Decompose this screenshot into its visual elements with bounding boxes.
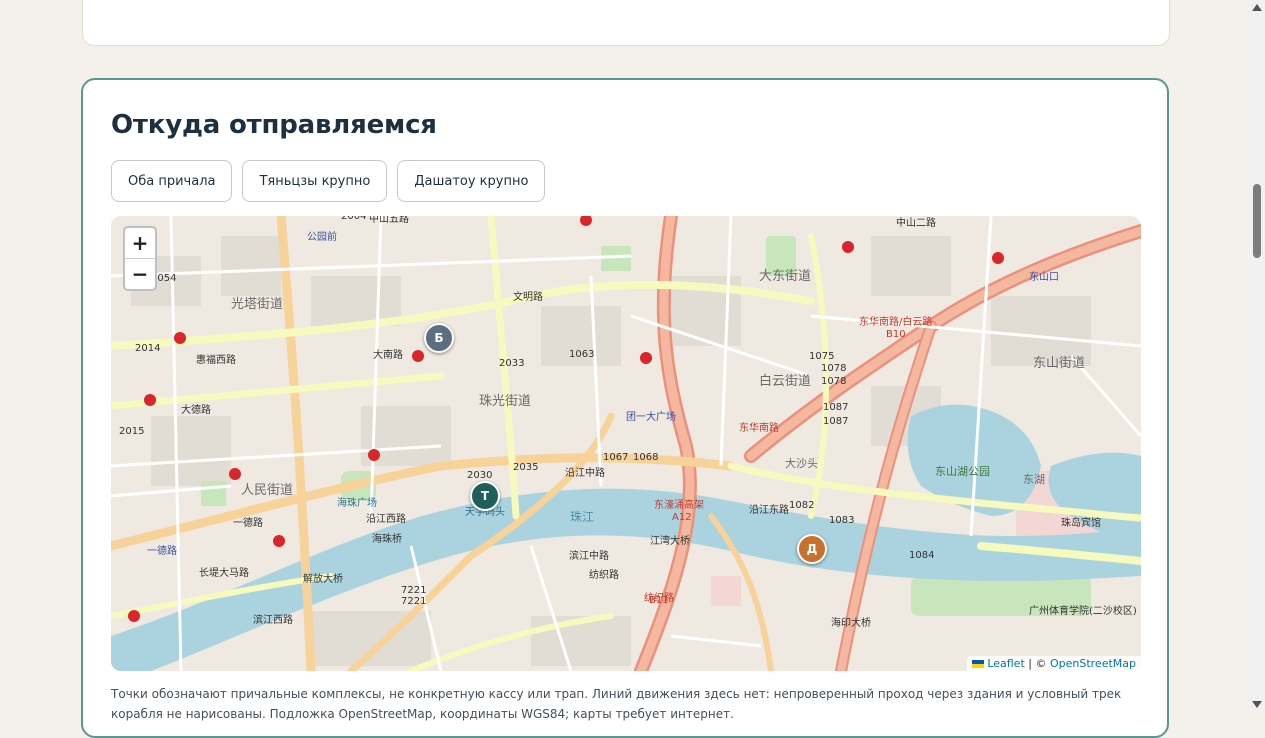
tianzi-zoom-button[interactable]: Тяньцзы крупно — [242, 160, 388, 202]
svg-text:B11: B11 — [649, 595, 669, 606]
svg-text:大东街道: 大东街道 — [759, 269, 811, 284]
svg-text:白云街道: 白云街道 — [759, 373, 811, 389]
zoom-out-button[interactable]: − — [125, 258, 155, 289]
svg-text:B10: B10 — [886, 329, 906, 340]
svg-text:东湖: 东湖 — [1023, 473, 1045, 486]
svg-text:2014: 2014 — [135, 343, 160, 354]
svg-text:珠江: 珠江 — [570, 510, 594, 524]
svg-text:2004: 2004 — [341, 216, 366, 222]
svg-text:光塔街道: 光塔街道 — [231, 297, 283, 312]
svg-text:7221: 7221 — [401, 596, 426, 607]
svg-text:滨江中路: 滨江中路 — [569, 549, 609, 562]
svg-text:滨江西路: 滨江西路 — [253, 613, 293, 626]
svg-text:东山口: 东山口 — [1029, 270, 1059, 283]
svg-text:东山街道: 东山街道 — [1033, 356, 1085, 371]
svg-text:大沙头: 大沙头 — [785, 456, 818, 470]
scrollbar[interactable] — [1249, 0, 1265, 712]
svg-text:人民街道: 人民街道 — [241, 483, 293, 498]
svg-text:1075: 1075 — [809, 351, 834, 362]
svg-text:大德路: 大德路 — [181, 403, 211, 416]
marker-d[interactable]: Д — [797, 534, 827, 564]
svg-text:沿江西路: 沿江西路 — [366, 512, 406, 525]
svg-text:东华南路: 东华南路 — [739, 421, 779, 434]
svg-text:1067: 1067 — [603, 452, 628, 463]
svg-text:大南路: 大南路 — [373, 348, 403, 361]
zoom-control: + − — [123, 226, 157, 291]
svg-text:2030: 2030 — [467, 470, 492, 481]
svg-text:1068: 1068 — [633, 452, 658, 463]
svg-text:A12: A12 — [672, 512, 692, 523]
svg-text:江湾大桥: 江湾大桥 — [650, 534, 690, 547]
scroll-down-icon[interactable] — [1252, 701, 1262, 708]
marker-t[interactable]: Т — [470, 481, 500, 511]
marker-b[interactable]: Б — [424, 323, 454, 353]
svg-text:1063: 1063 — [569, 349, 594, 360]
svg-text:2033: 2033 — [499, 358, 524, 369]
map-tiles: 光塔街道 珠光街道 人民街道 大东街道 白云街道 东山街道 大沙头 东山湖公园 … — [111, 216, 1141, 671]
svg-text:公园前: 公园前 — [307, 230, 337, 243]
svg-text:惠福西路: 惠福西路 — [196, 353, 236, 366]
scroll-up-icon[interactable] — [1252, 4, 1262, 11]
scrollbar-thumb[interactable] — [1253, 184, 1261, 258]
dashatou-zoom-button[interactable]: Дашатоу крупно — [397, 160, 546, 202]
svg-text:海珠桥: 海珠桥 — [372, 532, 402, 545]
svg-text:海珠广场: 海珠广场 — [337, 496, 377, 509]
svg-text:1084: 1084 — [909, 550, 934, 561]
osm-link[interactable]: OpenStreetMap — [1050, 657, 1136, 670]
svg-text:广州体育学院(二沙校区): 广州体育学院(二沙校区) — [1029, 604, 1137, 617]
svg-text:1078: 1078 — [821, 363, 846, 374]
svg-text:东华南路/白云路: 东华南路/白云路 — [859, 315, 932, 328]
svg-text:沿江东路: 沿江东路 — [749, 503, 789, 516]
map-note: Точки обозначают причальные комплексы, н… — [111, 687, 1122, 721]
svg-text:1083: 1083 — [829, 515, 854, 526]
svg-text:1078: 1078 — [821, 376, 846, 387]
departure-section: Откуда отправляемся Оба причала Тяньцзы … — [81, 78, 1169, 738]
svg-text:中山二路: 中山二路 — [896, 216, 936, 229]
svg-text:海印大桥: 海印大桥 — [831, 616, 871, 629]
ukraine-flag-icon — [972, 660, 985, 668]
svg-text:解放大桥: 解放大桥 — [303, 572, 343, 585]
svg-text:1087: 1087 — [823, 416, 848, 427]
svg-text:东山湖公园: 东山湖公园 — [935, 465, 990, 478]
section-title: Откуда отправляемся — [111, 110, 437, 140]
svg-text:珠岛宾馆: 珠岛宾馆 — [1061, 516, 1101, 529]
svg-text:团一大广场: 团一大广场 — [626, 410, 676, 423]
view-buttons: Оба причала Тяньцзы крупно Дашатоу крупн… — [111, 160, 546, 202]
both-piers-button[interactable]: Оба причала — [111, 160, 233, 202]
svg-text:2035: 2035 — [513, 462, 538, 473]
svg-text:一德路: 一德路 — [233, 516, 263, 529]
leaflet-link[interactable]: Leaflet — [987, 657, 1024, 670]
svg-text:珠光街道: 珠光街道 — [479, 394, 531, 409]
svg-text:1087: 1087 — [823, 402, 848, 413]
map[interactable]: 光塔街道 珠光街道 人民街道 大东街道 白云街道 东山街道 大沙头 东山湖公园 … — [111, 216, 1141, 671]
svg-text:长堤大马路: 长堤大马路 — [199, 566, 249, 579]
svg-text:文明路: 文明路 — [513, 290, 543, 303]
svg-text:2015: 2015 — [119, 426, 144, 437]
zoom-in-button[interactable]: + — [125, 228, 155, 258]
svg-text:沿江中路: 沿江中路 — [565, 466, 605, 479]
previous-card — [82, 0, 1170, 46]
svg-text:中山五路: 中山五路 — [369, 216, 409, 225]
attribution-separator: | © — [1024, 657, 1050, 670]
svg-text:东濠涌高架: 东濠涌高架 — [654, 498, 704, 511]
svg-text:7221: 7221 — [401, 585, 426, 596]
svg-text:1082: 1082 — [789, 500, 814, 511]
svg-text:纺织路: 纺织路 — [589, 568, 619, 581]
svg-text:一德路: 一德路 — [147, 544, 177, 557]
map-attribution: Leaflet | © OpenStreetMap — [967, 656, 1141, 671]
